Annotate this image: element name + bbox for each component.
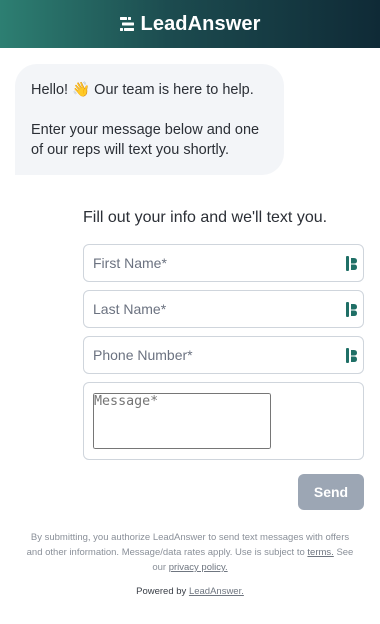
message-field[interactable] bbox=[83, 382, 364, 460]
first-name-field[interactable] bbox=[83, 244, 364, 282]
autofill-extension-icon[interactable] bbox=[346, 348, 357, 363]
last-name-input[interactable] bbox=[93, 301, 354, 317]
last-name-field[interactable] bbox=[83, 290, 364, 328]
form-title: Fill out your info and we'll text you. bbox=[83, 209, 328, 226]
autofill-extension-icon[interactable] bbox=[346, 256, 357, 271]
privacy-policy-link[interactable]: privacy policy. bbox=[169, 562, 228, 573]
phone-number-input[interactable] bbox=[93, 347, 354, 363]
terms-link[interactable]: terms. bbox=[307, 547, 333, 558]
greeting-bubble: Hello! 👋 Our team is here to help. Enter… bbox=[15, 64, 284, 175]
phone-number-field[interactable] bbox=[83, 336, 364, 374]
brand-name: LeadAnswer bbox=[140, 12, 261, 35]
message-textarea[interactable] bbox=[93, 393, 271, 449]
first-name-input[interactable] bbox=[93, 255, 354, 271]
greeting-line-2: Enter your message below and one of our … bbox=[31, 122, 260, 158]
greeting-line-1: Hello! 👋 Our team is here to help. bbox=[31, 82, 254, 98]
brand-logo: LeadAnswer bbox=[119, 12, 261, 36]
powered-by: Powered by LeadAnswer. bbox=[0, 586, 380, 597]
consent-disclaimer: By submitting, you authorize LeadAnswer … bbox=[26, 530, 354, 575]
send-button[interactable]: Send bbox=[298, 474, 364, 510]
powered-by-text: Powered by bbox=[136, 586, 187, 597]
widget-header: LeadAnswer bbox=[0, 0, 380, 48]
leadanswer-logo-icon bbox=[119, 17, 134, 31]
disclaimer-text: By submitting, you authorize LeadAnswer … bbox=[26, 532, 350, 558]
autofill-extension-icon[interactable] bbox=[346, 302, 357, 317]
leadanswer-link[interactable]: LeadAnswer. bbox=[189, 586, 244, 597]
